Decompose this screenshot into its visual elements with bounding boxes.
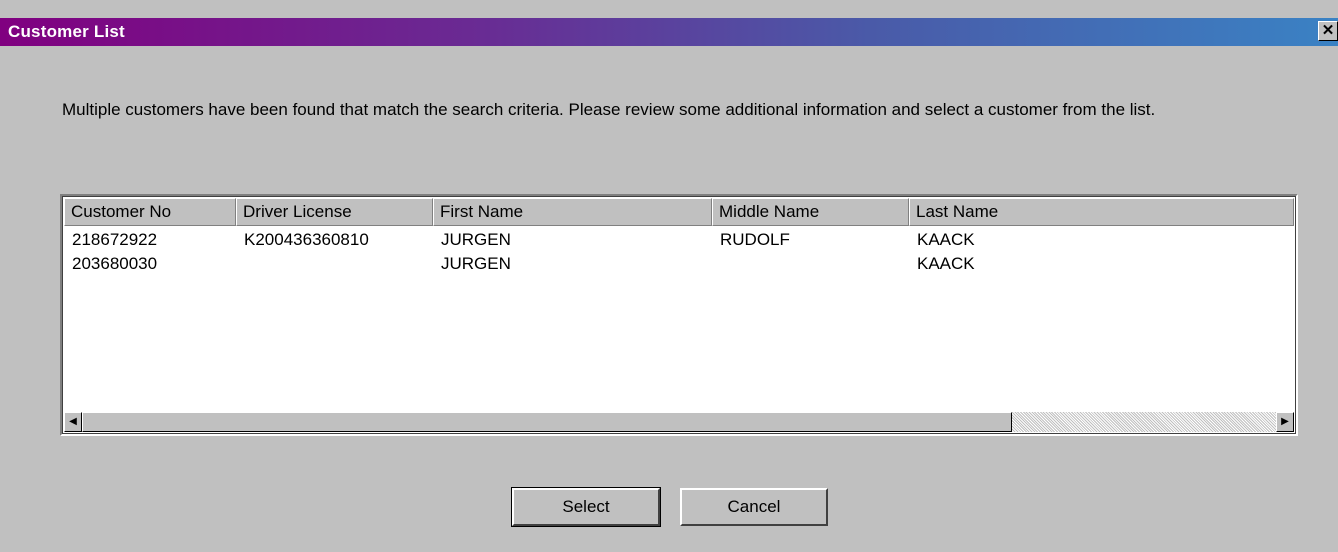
- cell-first-name: JURGEN: [441, 230, 511, 249]
- column-header-driver-license[interactable]: Driver License: [236, 198, 433, 226]
- horizontal-scrollbar[interactable]: ◀ ▶: [64, 412, 1294, 432]
- scroll-left-button[interactable]: ◀: [64, 412, 82, 432]
- scroll-thumb[interactable]: [82, 412, 1012, 432]
- column-header-middle-name[interactable]: Middle Name: [712, 198, 909, 226]
- table-row[interactable]: 203680030 JURGEN KAACK: [64, 252, 1294, 276]
- close-button[interactable]: ✕: [1318, 21, 1338, 41]
- arrow-left-icon: ◀: [69, 416, 77, 427]
- list-rows: 218672922 K200436360810 JURGEN RUDOLF KA…: [64, 228, 1294, 276]
- arrow-right-icon: ▶: [1281, 416, 1289, 427]
- window-title: Customer List: [8, 22, 125, 41]
- cell-driver-license: [236, 252, 433, 276]
- cell-driver-license: K200436360810: [244, 230, 369, 249]
- list-header: Customer No Driver License First Name Mi…: [64, 198, 1294, 226]
- close-icon: ✕: [1321, 22, 1335, 39]
- cell-middle-name: [712, 252, 909, 276]
- cell-customer-no: 203680030: [72, 254, 158, 273]
- instruction-message: Multiple customers have been found that …: [62, 100, 1156, 119]
- select-button[interactable]: Select: [511, 487, 661, 527]
- column-header-last-name[interactable]: Last Name: [909, 198, 1294, 226]
- customer-list-dialog: Customer List ✕ Multiple customers have …: [0, 0, 1338, 552]
- column-header-first-name[interactable]: First Name: [433, 198, 712, 226]
- table-row[interactable]: 218672922 K200436360810 JURGEN RUDOLF KA…: [64, 228, 1294, 252]
- scroll-right-button[interactable]: ▶: [1276, 412, 1294, 432]
- cell-first-name: JURGEN: [441, 254, 511, 273]
- title-bar[interactable]: Customer List ✕: [0, 18, 1338, 46]
- cell-customer-no: 218672922: [72, 230, 158, 249]
- cell-last-name: KAACK: [917, 254, 975, 273]
- customer-list[interactable]: Customer No Driver License First Name Mi…: [60, 194, 1298, 436]
- cell-middle-name: RUDOLF: [720, 230, 790, 249]
- cell-last-name: KAACK: [917, 230, 975, 249]
- column-header-customer-no[interactable]: Customer No: [64, 198, 236, 226]
- cancel-button[interactable]: Cancel: [680, 488, 828, 526]
